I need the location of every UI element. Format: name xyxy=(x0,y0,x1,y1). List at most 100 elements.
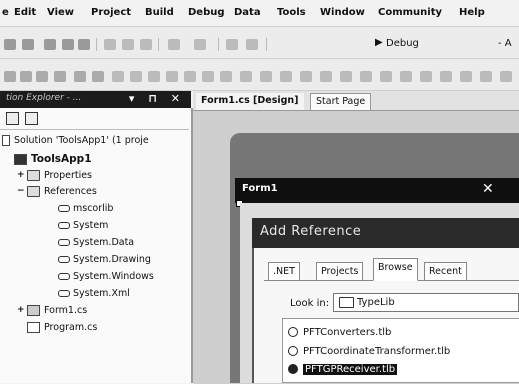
reference-label: System.Data xyxy=(73,237,135,248)
toolbar-divider xyxy=(0,129,189,130)
center-horizontally-icon[interactable] xyxy=(340,71,352,82)
align-rights-icon[interactable] xyxy=(36,71,48,82)
toolbar-separator xyxy=(158,38,159,51)
properties-folder-icon xyxy=(27,170,40,181)
type-library-icon xyxy=(288,327,298,337)
menu-view[interactable]: View xyxy=(47,7,74,18)
menu-tools[interactable]: Tools xyxy=(277,7,306,18)
tab-form1-design[interactable]: Form1.cs [Design] xyxy=(196,93,304,110)
menu-data[interactable]: Data xyxy=(234,7,261,18)
align-tops-icon[interactable] xyxy=(54,71,66,82)
form1-close-icon[interactable]: ✕ xyxy=(482,181,494,197)
menu-file[interactable]: e xyxy=(2,7,9,18)
undo-icon[interactable] xyxy=(168,39,180,50)
tree-reference-item[interactable]: System xyxy=(58,220,108,231)
menu-help[interactable]: Help xyxy=(459,7,485,18)
tree-reference-item[interactable]: System.Drawing xyxy=(58,254,151,265)
make-same-height-icon[interactable] xyxy=(130,71,142,82)
size-to-grid-icon[interactable] xyxy=(166,71,178,82)
paste-icon[interactable] xyxy=(140,39,152,50)
remove-horizontal-spacing-icon[interactable] xyxy=(240,71,252,82)
tab-dotnet[interactable]: .NET xyxy=(268,262,300,280)
copy-icon[interactable] xyxy=(122,39,134,50)
make-same-width-icon[interactable] xyxy=(112,71,124,82)
assembly-reference-icon xyxy=(58,256,70,263)
expand-form1-icon[interactable]: + xyxy=(17,305,25,315)
tree-solution-label: Solution 'ToolsApp1' (1 proje xyxy=(14,135,149,146)
reference-label: System.Xml xyxy=(73,288,130,299)
file-list-item[interactable]: PFTCoordinateTransformer.tlb xyxy=(288,346,450,357)
increase-horizontal-spacing-icon[interactable] xyxy=(202,71,214,82)
align-bottoms-icon[interactable] xyxy=(92,71,104,82)
tree-reference-item[interactable]: System.Windows xyxy=(58,271,154,282)
tab-order-icon[interactable] xyxy=(440,71,452,82)
solution-explorer-window-controls[interactable]: ▾ ⊓ ✕ xyxy=(129,92,185,105)
bring-to-front-icon[interactable] xyxy=(380,71,392,82)
file-list-item-selected[interactable]: PFTGPReceiver.tlb xyxy=(288,364,398,375)
solution-config-select[interactable]: Debug xyxy=(386,38,419,49)
menu-project[interactable]: Project xyxy=(91,7,131,18)
make-same-size-icon[interactable] xyxy=(148,71,160,82)
redo-icon[interactable] xyxy=(194,39,206,50)
tree-solution-node[interactable]: Solution 'ToolsApp1' (1 proje xyxy=(2,135,149,146)
format-icon[interactable] xyxy=(480,71,492,82)
tree-references-node[interactable]: References xyxy=(27,186,97,197)
navigate-back-icon[interactable] xyxy=(226,39,238,50)
save-all-icon[interactable] xyxy=(78,39,90,50)
toolbar-options-icon[interactable] xyxy=(500,71,512,82)
assembly-reference-icon xyxy=(58,273,70,280)
align-lefts-icon[interactable] xyxy=(4,71,16,82)
tab-start-page[interactable]: Start Page xyxy=(310,93,372,110)
type-library-icon xyxy=(288,364,298,374)
navigate-forward-icon[interactable] xyxy=(246,39,258,50)
file-name: PFTConverters.tlb xyxy=(303,327,392,338)
align-to-grid-icon[interactable] xyxy=(420,71,432,82)
menu-edit[interactable]: Edit xyxy=(14,7,36,18)
increase-vertical-spacing-icon[interactable] xyxy=(280,71,292,82)
center-vertically-icon[interactable] xyxy=(360,71,372,82)
add-item-icon[interactable] xyxy=(22,39,34,50)
show-all-files-icon[interactable] xyxy=(25,112,38,125)
align-centers-icon[interactable] xyxy=(20,71,32,82)
tab-browse[interactable]: Browse xyxy=(373,258,418,281)
align-middles-icon[interactable] xyxy=(74,71,86,82)
tree-program-node[interactable]: Program.cs xyxy=(27,322,97,333)
tree-form1-node[interactable]: Form1.cs xyxy=(27,305,87,316)
expand-properties-icon[interactable]: + xyxy=(17,170,25,180)
menu-debug[interactable]: Debug xyxy=(188,7,225,18)
menu-window[interactable]: Window xyxy=(320,7,365,18)
decrease-vertical-spacing-icon[interactable] xyxy=(300,71,312,82)
menu-build[interactable]: Build xyxy=(145,7,174,18)
new-project-icon[interactable] xyxy=(4,39,16,50)
remove-vertical-spacing-icon[interactable] xyxy=(320,71,332,82)
start-debug-icon[interactable]: ▶ xyxy=(375,37,383,48)
cut-icon[interactable] xyxy=(104,39,116,50)
menu-community[interactable]: Community xyxy=(378,7,442,18)
tree-project-node[interactable]: ToolsApp1 xyxy=(14,153,92,165)
vertical-spacing-icon[interactable] xyxy=(260,71,272,82)
solution-icon xyxy=(2,135,10,146)
open-file-icon[interactable] xyxy=(44,39,56,50)
reference-label: System.Windows xyxy=(73,271,154,282)
tree-reference-item[interactable]: System.Data xyxy=(58,237,134,248)
properties-icon[interactable] xyxy=(6,112,19,125)
horizontal-spacing-icon[interactable] xyxy=(184,71,196,82)
tree-program-label: Program.cs xyxy=(44,322,98,333)
tree-reference-item[interactable]: System.Xml xyxy=(58,288,130,299)
tab-recent[interactable]: Recent xyxy=(424,262,467,280)
solution-platform-select[interactable]: - A xyxy=(498,38,512,49)
save-icon[interactable] xyxy=(62,39,74,50)
file-list[interactable]: PFTConverters.tlb PFTCoordinateTransform… xyxy=(282,318,519,383)
tree-properties-node[interactable]: Properties xyxy=(27,170,92,181)
decrease-horizontal-spacing-icon[interactable] xyxy=(220,71,232,82)
solution-explorer-panel: Solution 'ToolsApp1' (1 proje ToolsApp1 … xyxy=(0,108,193,383)
lock-controls-icon[interactable] xyxy=(460,71,472,82)
file-list-item[interactable]: PFTConverters.tlb xyxy=(288,327,391,338)
tree-properties-label: Properties xyxy=(44,170,93,181)
form1-title: Form1 xyxy=(242,183,278,194)
tab-projects[interactable]: Projects xyxy=(316,262,364,280)
add-reference-title: Add Reference xyxy=(260,224,362,239)
tree-reference-item[interactable]: mscorlib xyxy=(58,203,113,214)
send-to-back-icon[interactable] xyxy=(400,71,412,82)
collapse-references-icon[interactable]: − xyxy=(17,186,25,196)
